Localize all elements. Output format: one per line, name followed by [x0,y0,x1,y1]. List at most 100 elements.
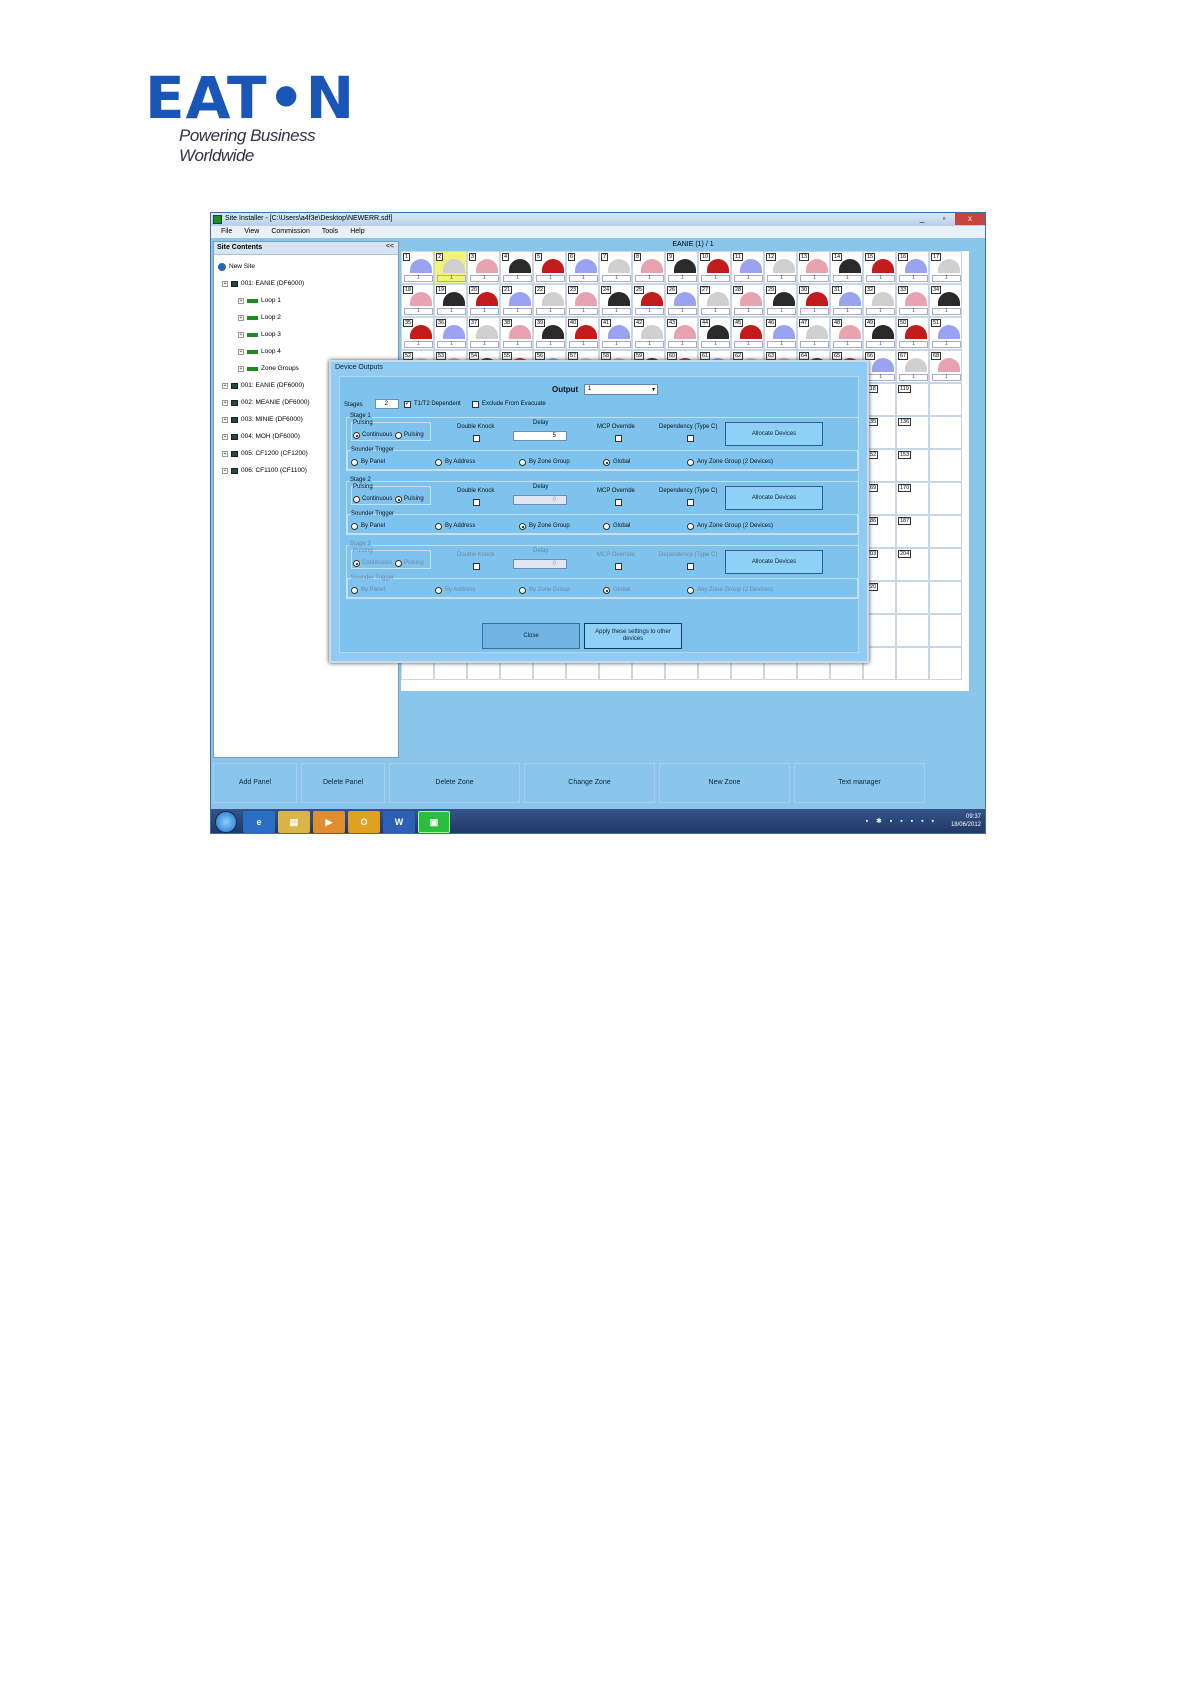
device-cell[interactable]: 20 1 [467,284,500,317]
device-cell[interactable]: 41 1 [599,317,632,350]
tree-item[interactable]: New Site [218,258,398,275]
device-cell[interactable]: 49 1 [863,317,896,350]
device-cell[interactable]: 39 1 [533,317,566,350]
close-window-button[interactable]: x [955,213,985,225]
by-address-radio[interactable] [435,587,442,594]
delete-zone-button[interactable]: Delete Zone [389,763,520,803]
delay-stepper[interactable]: 0 [513,559,567,569]
device-cell[interactable] [929,515,962,548]
device-cell[interactable]: 10 1 [698,251,731,284]
tree-item[interactable]: + Loop 2 [218,309,398,326]
device-cell[interactable] [929,647,962,680]
start-button[interactable] [215,811,237,833]
continuous-radio[interactable] [353,432,360,439]
device-cell[interactable]: 61 [566,251,599,284]
global-radio[interactable] [603,587,610,594]
add-panel-button[interactable]: Add Panel [213,763,297,803]
by-address-radio[interactable] [435,459,442,466]
delay-stepper[interactable]: 5 [513,431,567,441]
device-cell[interactable]: 12 1 [764,251,797,284]
expand-toggle-icon[interactable]: + [238,297,244,304]
device-cell[interactable]: 187 [896,515,929,548]
device-cell[interactable] [929,548,962,581]
double-knock-checkbox[interactable] [473,499,480,506]
expand-toggle-icon[interactable]: + [238,314,244,321]
device-cell[interactable]: 28 1 [731,284,764,317]
device-cell[interactable]: 45 1 [731,317,764,350]
device-cell[interactable]: 46 1 [764,317,797,350]
pulsing-radio[interactable] [395,560,402,567]
device-cell[interactable] [929,383,962,416]
device-cell[interactable]: 13 1 [797,251,830,284]
expand-toggle-icon[interactable]: + [222,280,228,287]
system-tray-icons[interactable]: ▪ ✱ ▪ ▪ ▪ ▪ ▪ [866,817,937,825]
device-cell[interactable]: 15 1 [863,251,896,284]
device-cell[interactable]: 37 1 [467,317,500,350]
mcp-override-checkbox[interactable] [615,435,622,442]
expand-toggle-icon[interactable]: + [222,433,228,440]
pulsing-radio[interactable] [395,496,402,503]
double-knock-checkbox[interactable] [473,435,480,442]
by-zone-group-radio[interactable] [519,459,526,466]
device-cell[interactable] [896,581,929,614]
device-cell[interactable]: 26 1 [665,284,698,317]
device-cell[interactable]: 17 1 [929,251,962,284]
explorer-icon[interactable]: ▤ [278,811,310,833]
device-cell[interactable]: 67 1 [896,350,929,383]
device-cell[interactable]: 42 1 [632,317,665,350]
expand-toggle-icon[interactable]: + [238,331,244,338]
by-zone-group-radio[interactable] [519,523,526,530]
media-player-icon[interactable]: ▶ [313,811,345,833]
text-manager-button[interactable]: Text manager [794,763,925,803]
any-zone-group-radio[interactable] [687,459,694,466]
device-cell[interactable]: 91 [665,251,698,284]
by-panel-radio[interactable] [351,523,358,530]
device-cell[interactable]: 136 [896,416,929,449]
site-installer-taskbar-icon[interactable]: ▣ [418,811,450,833]
t1t2-checkbox[interactable]: ✓ [404,401,411,408]
device-cell[interactable] [929,482,962,515]
device-cell[interactable]: 47 1 [797,317,830,350]
device-cell[interactable] [929,449,962,482]
device-cell[interactable]: 68 1 [929,350,962,383]
tree-item[interactable]: + Loop 4 [218,343,398,360]
device-cell[interactable]: 48 1 [830,317,863,350]
tree-item[interactable]: +001: EANIE (DF6000) [218,275,398,292]
device-cell[interactable]: 50 1 [896,317,929,350]
allocate-devices-button[interactable]: Allocate Devices [725,422,823,446]
by-panel-radio[interactable] [351,459,358,466]
expand-toggle-icon[interactable]: + [222,467,228,474]
stages-stepper[interactable]: 2 [375,399,399,409]
delete-panel-button[interactable]: Delete Panel [301,763,385,803]
device-cell[interactable] [929,581,962,614]
device-cell[interactable]: 14 1 [830,251,863,284]
by-panel-radio[interactable] [351,587,358,594]
word-icon[interactable]: W [383,811,415,833]
device-cell[interactable]: 31 1 [830,284,863,317]
device-cell[interactable]: 32 1 [863,284,896,317]
allocate-devices-button[interactable]: Allocate Devices [725,486,823,510]
device-cell[interactable]: 51 [533,251,566,284]
change-zone-button[interactable]: Change Zone [524,763,655,803]
menu-view[interactable]: View [244,228,259,238]
any-zone-group-radio[interactable] [687,587,694,594]
continuous-radio[interactable] [353,496,360,503]
device-cell[interactable]: 43 1 [665,317,698,350]
device-cell[interactable]: 21 1 [500,284,533,317]
apply-settings-button[interactable]: Apply these settings to other devices [584,623,682,649]
device-cell[interactable]: 38 1 [500,317,533,350]
allocate-devices-button[interactable]: Allocate Devices [725,550,823,574]
new-zone-button[interactable]: New Zone [659,763,790,803]
device-cell[interactable]: 27 1 [698,284,731,317]
device-cell[interactable]: 23 1 [566,284,599,317]
device-cell[interactable]: 119 [896,383,929,416]
internet-explorer-icon[interactable]: e [243,811,275,833]
clock[interactable]: 09:37 18/06/2012 [951,813,981,829]
device-cell[interactable]: 35 1 [401,317,434,350]
device-cell[interactable]: 44 1 [698,317,731,350]
device-cell[interactable]: 34 1 [929,284,962,317]
menu-tools[interactable]: Tools [322,228,338,238]
by-zone-group-radio[interactable] [519,587,526,594]
dependency-checkbox[interactable] [687,563,694,570]
device-cell[interactable]: 41 [500,251,533,284]
